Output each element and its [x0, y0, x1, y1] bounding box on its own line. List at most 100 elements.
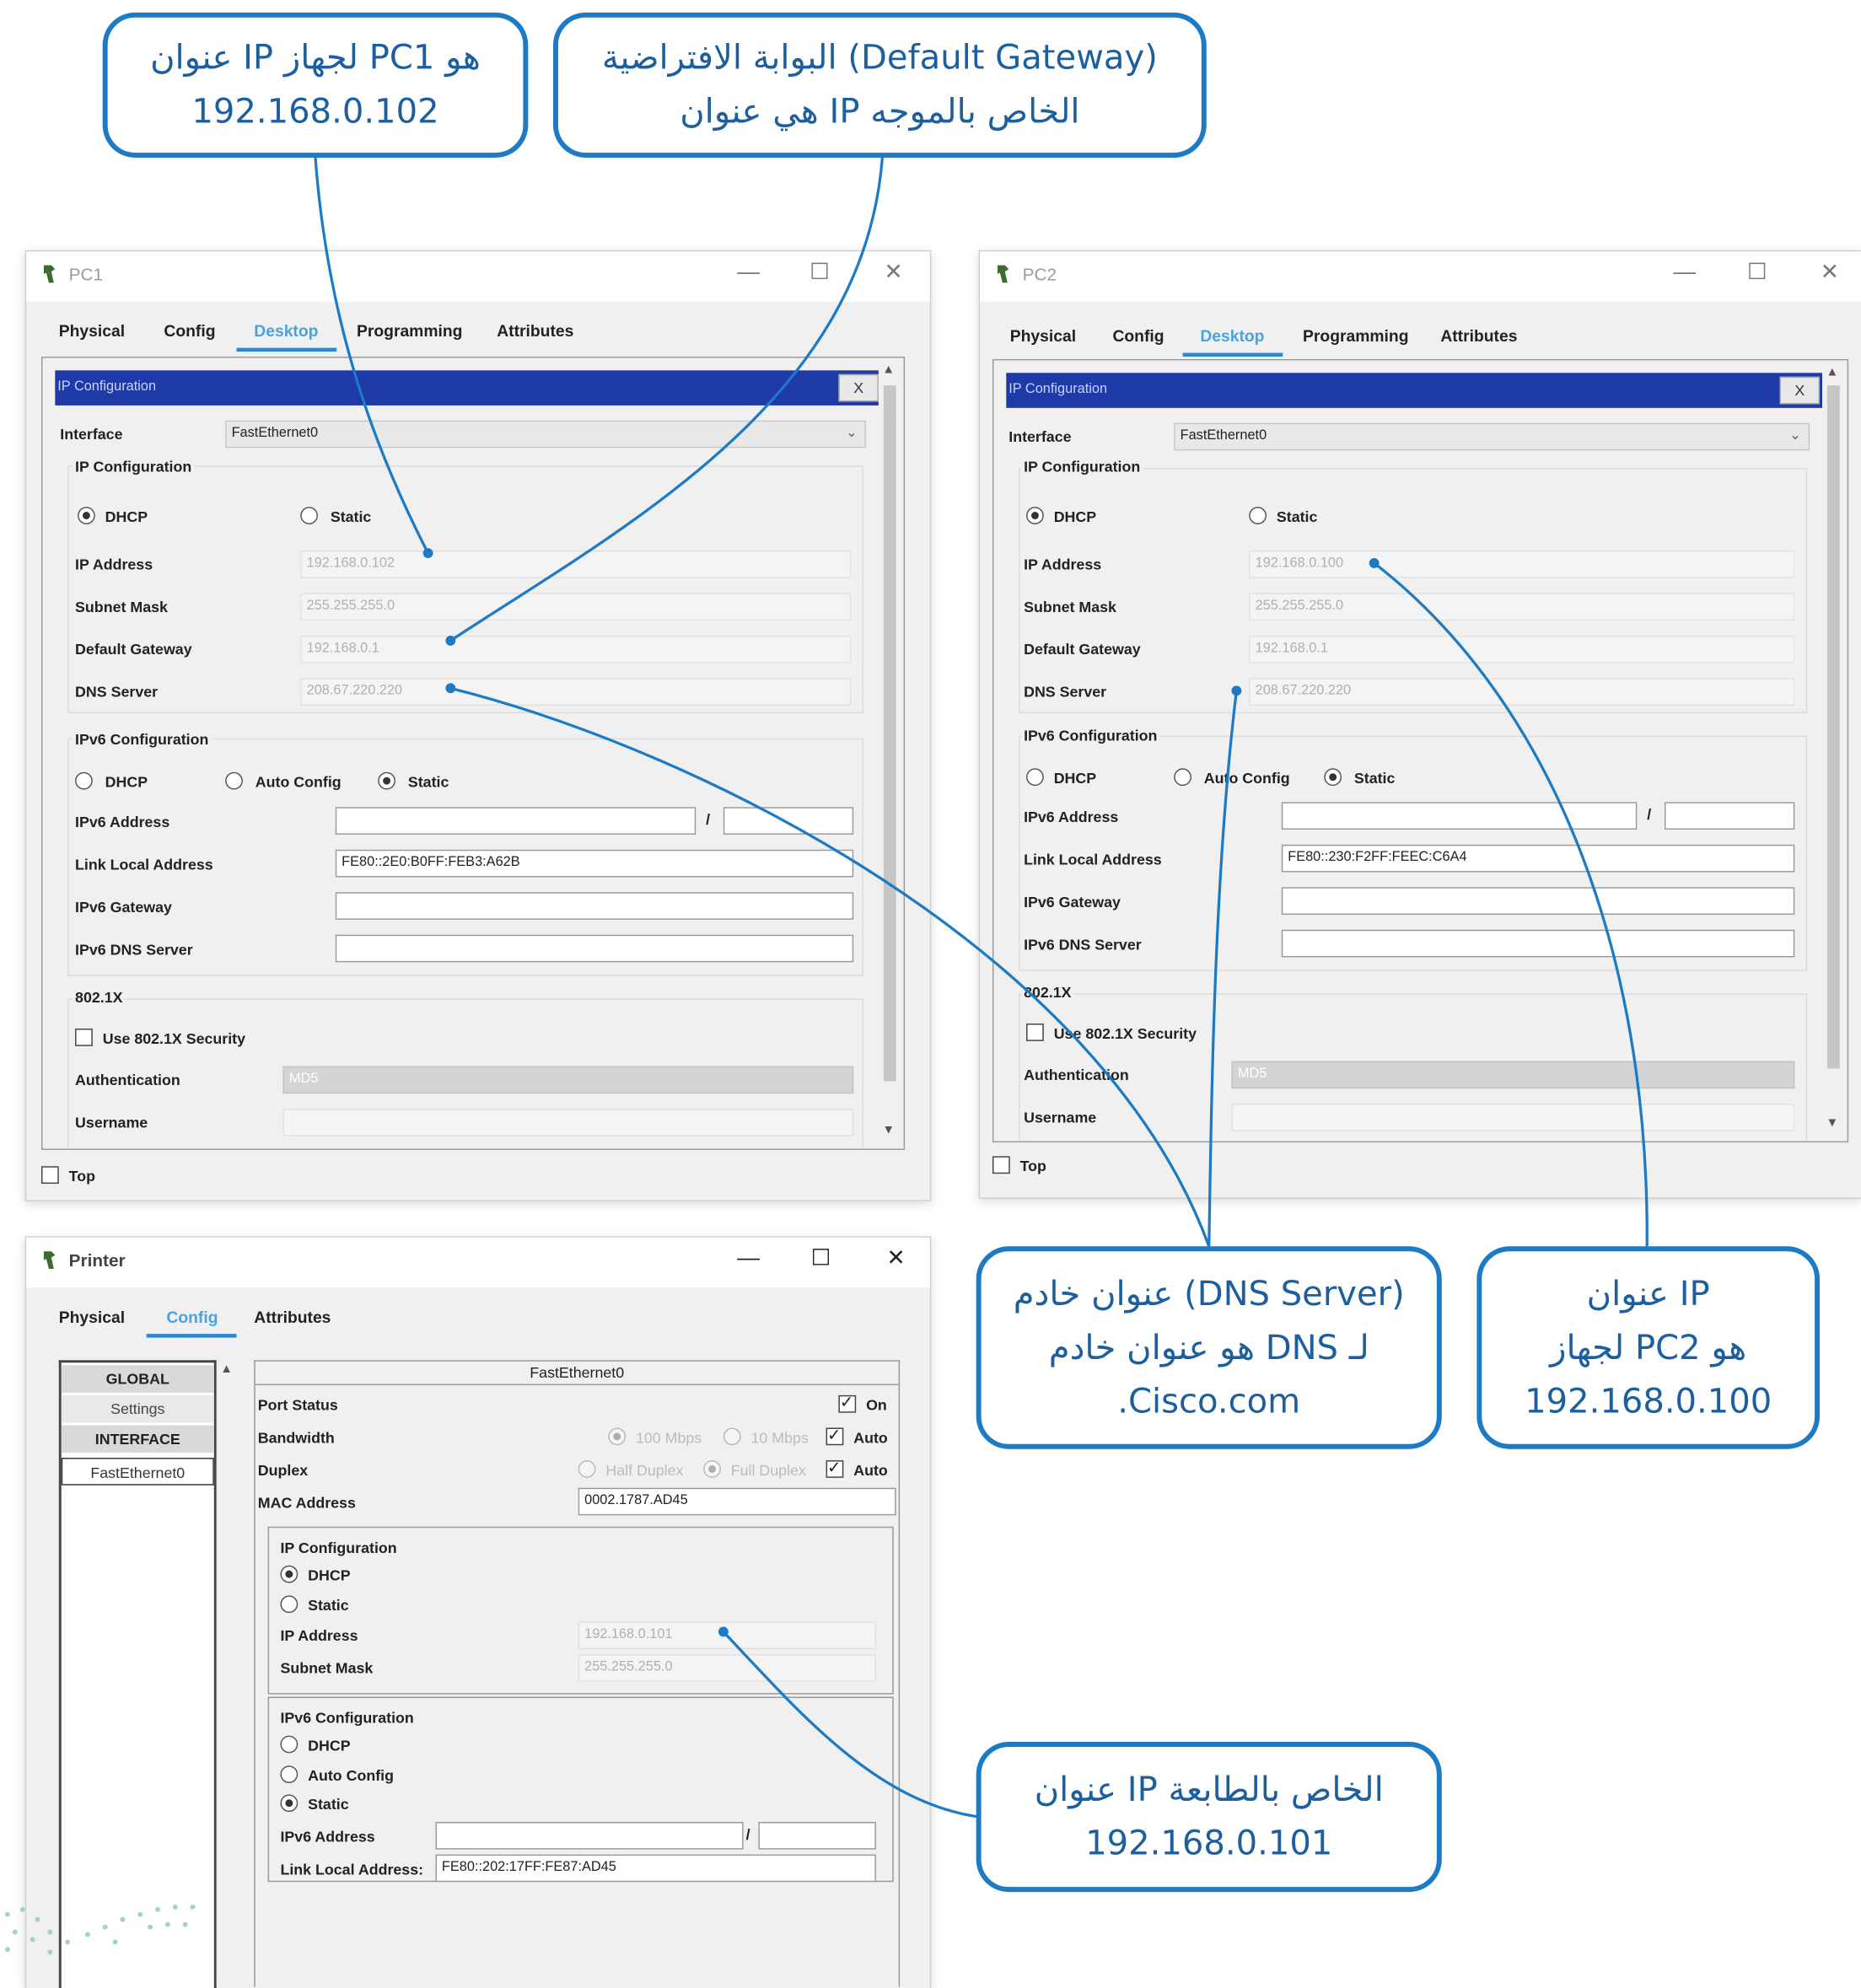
tab-attributes[interactable]: Attributes	[497, 321, 573, 340]
ipv6-auto-label: Auto Config	[1203, 769, 1290, 787]
printer-ipv6-static-radio[interactable]	[280, 1794, 299, 1813]
tab-attributes[interactable]: Attributes	[1440, 326, 1517, 345]
printer-link-local-field[interactable]: FE80::202:17FF:FE87:AD45	[435, 1854, 876, 1883]
tab-physical[interactable]: Physical	[59, 321, 125, 340]
close-icon[interactable]: ✕	[874, 259, 912, 285]
subnet-mask-field[interactable]: 255.255.255.0	[1249, 593, 1795, 621]
static-radio[interactable]	[1249, 507, 1267, 524]
link-local-field[interactable]: FE80::2E0:B0FF:FEB3:A62B	[335, 849, 854, 878]
top-checkbox[interactable]	[40, 1166, 59, 1185]
maximize-icon[interactable]: ☐	[802, 1245, 840, 1271]
scroll-thumb[interactable]	[1826, 385, 1840, 1069]
subnet-mask-field[interactable]: 255.255.255.0	[300, 593, 852, 621]
sidebar-item-settings[interactable]: Settings	[61, 1394, 214, 1423]
link-local-field[interactable]: FE80::230:F2FF:FEEC:C6A4	[1281, 844, 1795, 873]
sidebar-item-interface[interactable]: INTERFACE	[61, 1425, 214, 1453]
packet-tracer-icon	[43, 1251, 56, 1269]
sidebar-scrollbar[interactable]: ▲	[216, 1360, 237, 1986]
mac-address-field[interactable]: 0002.1787.AD45	[578, 1487, 896, 1516]
username-label: Username	[1024, 1109, 1097, 1126]
scroll-up-icon[interactable]: ▲	[882, 363, 895, 376]
username-input[interactable]	[282, 1109, 854, 1136]
default-gateway-field[interactable]: 192.168.0.1	[1249, 635, 1795, 664]
printer-ipv6-address-input[interactable]	[435, 1821, 744, 1850]
printer-ipv6-dhcp-radio[interactable]	[280, 1735, 299, 1754]
ipv6-prefix-input[interactable]	[723, 807, 854, 835]
use-dot1x-checkbox[interactable]	[1026, 1024, 1044, 1041]
duplex-auto-checkbox[interactable]	[826, 1458, 844, 1478]
printer-static-radio[interactable]	[280, 1595, 299, 1614]
scroll-up-icon[interactable]: ▲	[220, 1362, 233, 1376]
scroll-down-icon[interactable]: ▼	[882, 1124, 895, 1137]
bw-100-radio[interactable]	[608, 1427, 627, 1446]
sidebar-item-fastethernet0[interactable]: FastEthernet0	[61, 1458, 214, 1486]
ip-address-field[interactable]: 192.168.0.100	[1249, 551, 1795, 578]
ipv6-prefix-input[interactable]	[1664, 802, 1795, 830]
ipv6-auto-radio[interactable]	[1174, 768, 1191, 787]
tab-physical[interactable]: Physical	[59, 1308, 125, 1326]
full-duplex-radio[interactable]	[703, 1460, 721, 1478]
close-icon[interactable]: ✕	[1811, 259, 1849, 285]
tab-config[interactable]: Config	[1112, 326, 1164, 345]
printer-ipv6-auto-radio[interactable]	[280, 1765, 299, 1783]
port-on-checkbox[interactable]	[838, 1393, 857, 1413]
tab-attributes[interactable]: Attributes	[254, 1308, 331, 1326]
scroll-up-icon[interactable]: ▲	[1826, 365, 1838, 379]
tab-config[interactable]: Config	[166, 1308, 218, 1326]
maximize-icon[interactable]: ☐	[801, 259, 839, 285]
authentication-select[interactable]: MD5	[1231, 1061, 1795, 1089]
ipv6-dhcp-radio[interactable]	[75, 771, 93, 790]
panel-close-button[interactable]: X	[1779, 376, 1821, 405]
tab-physical[interactable]: Physical	[1010, 326, 1076, 345]
callout-dns-line1: عنوان خادم (DNS Server)	[1013, 1274, 1405, 1314]
dns-server-field[interactable]: 208.67.220.220	[1249, 678, 1795, 707]
tab-desktop[interactable]: Desktop	[1200, 326, 1264, 345]
ipv6-address-input[interactable]	[1281, 802, 1638, 830]
ipv6-auto-radio[interactable]	[225, 771, 243, 790]
ipv6-gateway-input[interactable]	[1281, 887, 1795, 915]
minimize-icon[interactable]: —	[729, 1245, 767, 1271]
scroll-down-icon[interactable]: ▼	[1826, 1116, 1838, 1130]
panel-close-button[interactable]: X	[838, 373, 879, 402]
tab-config[interactable]: Config	[164, 321, 215, 340]
ipv6-dns-input[interactable]	[1281, 929, 1795, 958]
authentication-select[interactable]: MD5	[282, 1066, 854, 1094]
dhcp-radio[interactable]	[1026, 507, 1044, 524]
interface-select[interactable]: FastEthernet0 ⌄	[225, 420, 867, 449]
use-dot1x-checkbox[interactable]	[75, 1029, 93, 1046]
printer-subnet-mask-field[interactable]: 255.255.255.0	[578, 1654, 876, 1682]
printer-ip-address-field[interactable]: 192.168.0.101	[578, 1621, 876, 1650]
printer-ipv6-prefix-input[interactable]	[758, 1821, 876, 1850]
ipv6-dhcp-radio[interactable]	[1026, 768, 1044, 787]
minimize-icon[interactable]: —	[729, 259, 767, 285]
default-gateway-field[interactable]: 192.168.0.1	[300, 635, 852, 664]
tab-desktop[interactable]: Desktop	[254, 321, 318, 340]
tab-programming[interactable]: Programming	[1303, 326, 1408, 345]
pc1-scrollbar[interactable]: ▲ ▼	[878, 357, 901, 1147]
callout-gateway-line1: البوابة الافتراضية (Default Gateway)	[601, 39, 1158, 78]
ipv6-dns-input[interactable]	[335, 934, 854, 963]
close-icon[interactable]: ✕	[877, 1245, 915, 1271]
printer-dhcp-radio[interactable]	[280, 1565, 299, 1583]
maximize-icon[interactable]: ☐	[1739, 259, 1777, 285]
dhcp-radio[interactable]	[78, 507, 95, 524]
tab-programming[interactable]: Programming	[357, 321, 462, 340]
ipv6-static-radio[interactable]	[378, 771, 396, 790]
ipv6-gateway-input[interactable]	[335, 892, 854, 920]
pc2-scrollbar[interactable]: ▲ ▼	[1821, 360, 1845, 1139]
sidebar-item-global[interactable]: GLOBAL	[61, 1365, 214, 1393]
ipv6-static-radio[interactable]	[1324, 768, 1342, 787]
half-duplex-radio[interactable]	[578, 1460, 596, 1478]
ip-address-field[interactable]: 192.168.0.102	[300, 551, 852, 578]
top-checkbox[interactable]	[992, 1156, 1010, 1174]
static-radio[interactable]	[300, 507, 318, 524]
username-input[interactable]	[1231, 1104, 1795, 1131]
printer-prefix-slash: /	[745, 1825, 750, 1844]
bw-auto-checkbox[interactable]	[826, 1426, 844, 1446]
bw-10-radio[interactable]	[723, 1427, 741, 1446]
minimize-icon[interactable]: —	[1665, 259, 1703, 285]
dns-server-field[interactable]: 208.67.220.220	[300, 678, 852, 707]
interface-select[interactable]: FastEthernet0 ⌄	[1174, 422, 1810, 451]
scroll-thumb[interactable]	[883, 385, 896, 1082]
ipv6-address-input[interactable]	[335, 807, 697, 835]
